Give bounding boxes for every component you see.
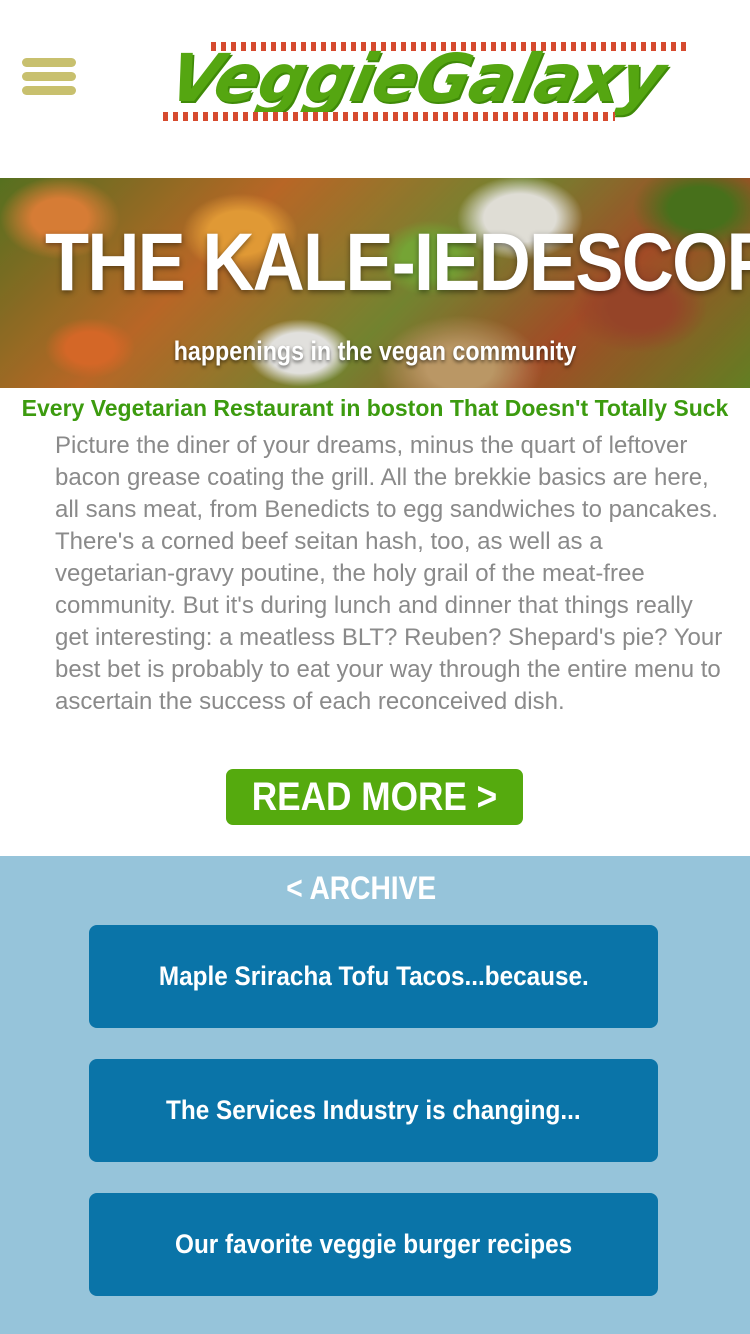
archive-title-label: < ARCHIVE	[286, 870, 436, 906]
archive-link[interactable]: < ARCHIVE	[0, 868, 722, 908]
hamburger-menu-icon[interactable]	[22, 58, 76, 96]
archive-section: < ARCHIVE Maple Sriracha Tofu Tacos...be…	[0, 856, 750, 1334]
archive-item-label: Maple Sriracha Tofu Tacos...because.	[158, 961, 589, 991]
archive-item-label: Our favorite veggie burger recipes	[174, 1229, 573, 1259]
hero-title: THE KALE-IEDESCOPE	[45, 217, 750, 308]
logo-checker-bottom	[163, 112, 615, 121]
site-logo[interactable]: VeggieGalaxy	[162, 40, 695, 122]
article-body: Picture the diner of your dreams, minus …	[55, 432, 723, 715]
article-heading[interactable]: Every Vegetarian Restaurant in boston Th…	[0, 393, 750, 423]
hero-banner: THE KALE-IEDESCOPE happenings in the veg…	[0, 178, 750, 388]
archive-item-button[interactable]: Maple Sriracha Tofu Tacos...because.	[89, 925, 658, 1028]
site-header: VeggieGalaxy	[0, 0, 750, 178]
archive-item-button[interactable]: Our favorite veggie burger recipes	[89, 1193, 658, 1296]
read-more-label: READ MORE >	[251, 775, 498, 819]
read-more-button[interactable]: READ MORE >	[226, 769, 523, 825]
archive-item-button[interactable]: The Services Industry is changing...	[89, 1059, 658, 1162]
logo-text: VeggieGalaxy	[162, 40, 672, 117]
archive-item-label: The Services Industry is changing...	[166, 1095, 581, 1125]
hero-subtitle: happenings in the vegan community	[173, 336, 577, 366]
